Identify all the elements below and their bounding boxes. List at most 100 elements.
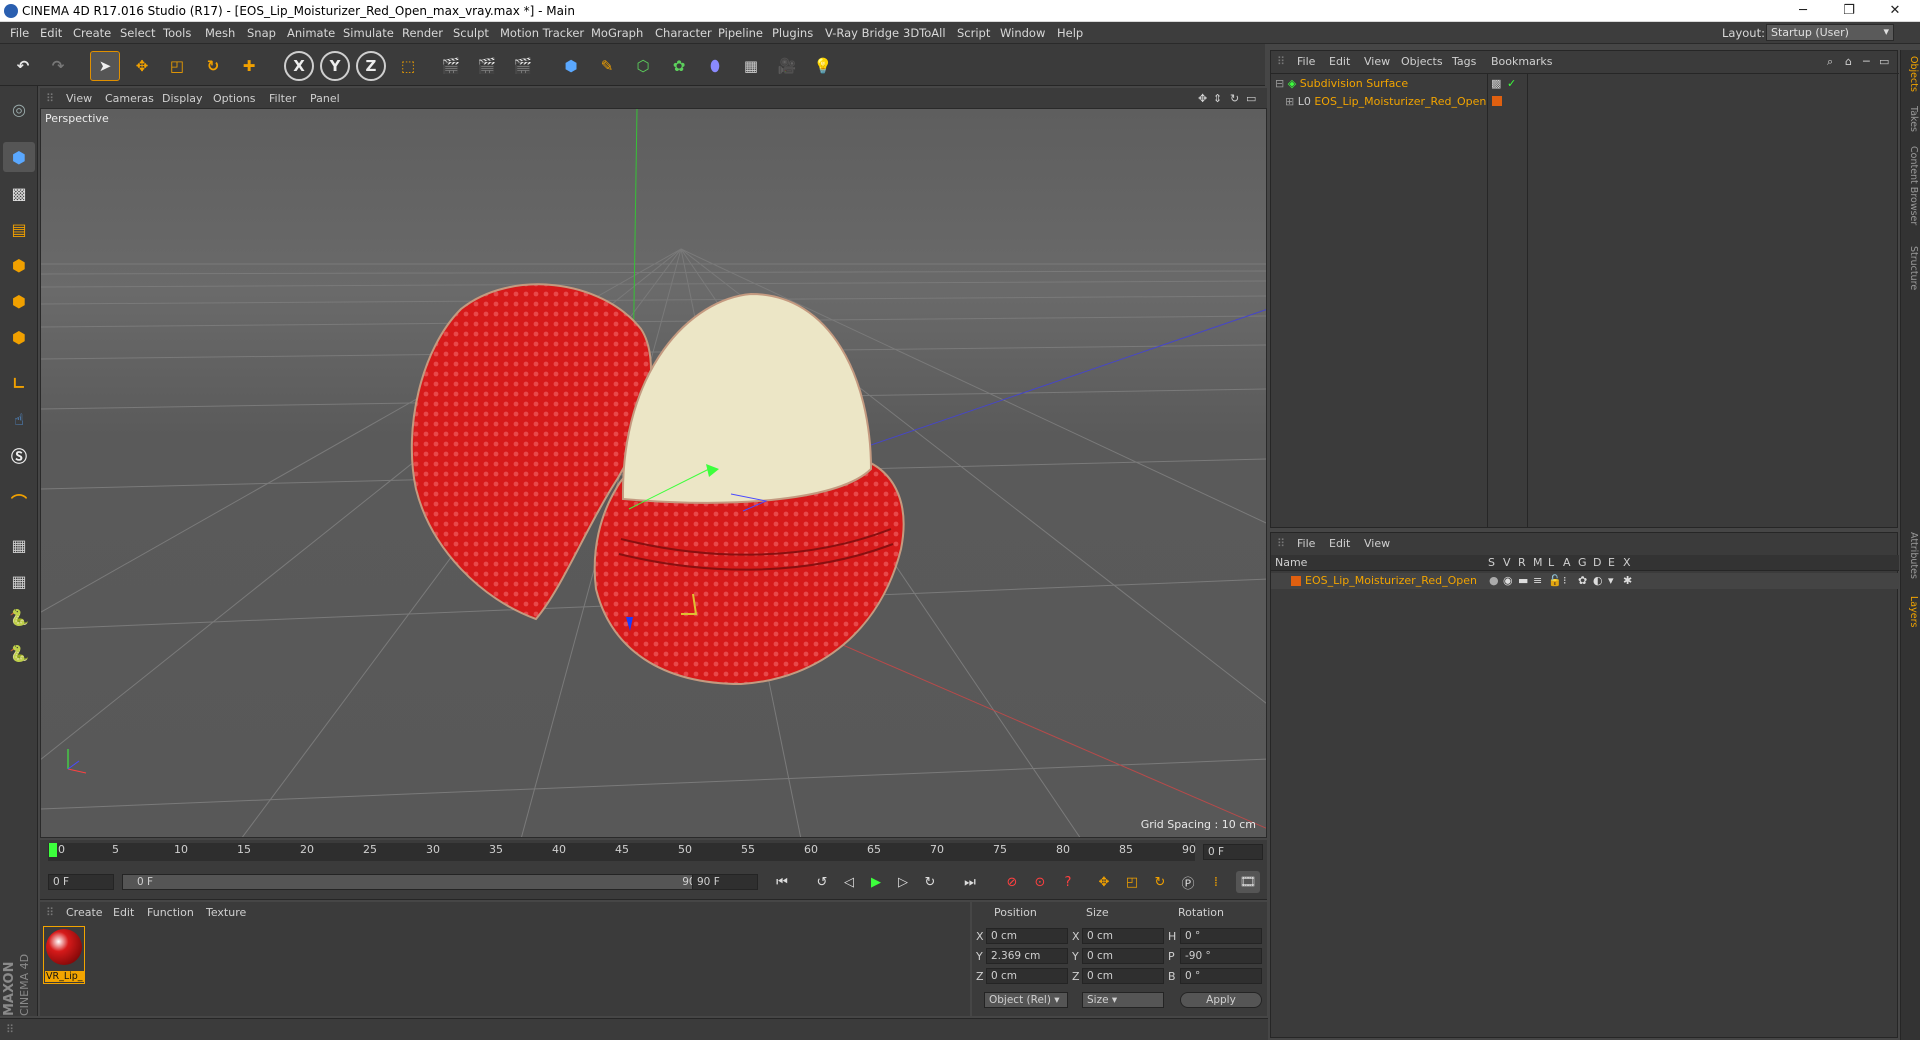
eye-icon[interactable]: ◉	[1503, 574, 1513, 587]
size-z-field[interactable]: 0 cm	[1082, 968, 1164, 984]
make-editable-button[interactable]: ◎	[3, 94, 35, 124]
object-row-subdivision-surface[interactable]: ⊟ ◈ Subdivision Surface	[1275, 77, 1485, 93]
tab-attributes[interactable]: Attributes	[1903, 532, 1919, 579]
key-pla-button[interactable]: ⁞	[1204, 871, 1228, 893]
layer-row[interactable]: EOS_Lip_Moisturizer_Red_Open ● ◉ ▬ ≡ 🔓 ⁝…	[1271, 573, 1899, 589]
rotation-h-field[interactable]: 0 °	[1180, 928, 1262, 944]
floor-button[interactable]: ▦	[736, 51, 766, 81]
size-y-field[interactable]: 0 cm	[1082, 948, 1164, 964]
vp-menu-view[interactable]: View	[66, 92, 92, 105]
move-button[interactable]: ✥	[127, 51, 157, 81]
menu-create[interactable]: Create	[73, 26, 111, 40]
go-to-end-button[interactable]: ⏭	[958, 871, 982, 893]
layer-menu-file[interactable]: File	[1297, 537, 1315, 550]
col-solo[interactable]: S	[1488, 556, 1495, 569]
tab-structure[interactable]: Structure	[1903, 246, 1919, 290]
deformer-button[interactable]: ⬮	[700, 51, 730, 81]
xref-icon[interactable]: ✱	[1623, 574, 1632, 587]
tweak-mode-button[interactable]: ☝	[3, 404, 35, 434]
render-icon[interactable]: ▬	[1518, 574, 1528, 587]
col-manager[interactable]: M	[1533, 556, 1543, 569]
texture-mode-button[interactable]: ▩	[3, 178, 35, 208]
menu-sculpt[interactable]: Sculpt	[453, 26, 489, 40]
key-rotation-button[interactable]: ↻	[1148, 871, 1172, 893]
vp-menu-options[interactable]: Options	[213, 92, 255, 105]
light-button[interactable]: 💡	[808, 51, 838, 81]
vp-menu-display[interactable]: Display	[162, 92, 203, 105]
mat-menu-texture[interactable]: Texture	[206, 906, 246, 919]
menu-file[interactable]: File	[10, 26, 29, 40]
rotation-p-field[interactable]: -90 °	[1180, 948, 1262, 964]
render-picture-viewer-button[interactable]: 🎬	[472, 51, 502, 81]
vp-menu-filter[interactable]: Filter	[269, 92, 296, 105]
vp-menu-panel[interactable]: Panel	[310, 92, 340, 105]
lock-icon[interactable]: 🔓	[1548, 574, 1562, 587]
points-mode-button[interactable]: ⬢	[3, 250, 35, 280]
tab-layers[interactable]: Layers	[1903, 596, 1919, 627]
col-generators[interactable]: G	[1578, 556, 1587, 569]
maximize-button[interactable]: ❐	[1826, 0, 1872, 22]
cube-primitive-button[interactable]: ⬢	[556, 51, 586, 81]
layer-menu-view[interactable]: View	[1364, 537, 1390, 550]
menu-vray-bridge[interactable]: V-Ray Bridge	[825, 26, 899, 40]
size-x-field[interactable]: 0 cm	[1082, 928, 1164, 944]
end-frame-field[interactable]: 90 F	[692, 874, 758, 890]
close-button[interactable]: ✕	[1872, 0, 1918, 22]
undo-button[interactable]: ↶	[8, 51, 38, 81]
previous-frame-button[interactable]: ◁	[837, 871, 861, 893]
python-script-2-button[interactable]: 🐍	[3, 638, 35, 668]
start-frame-field[interactable]: 0 F	[48, 874, 114, 890]
minimize-button[interactable]: ─	[1780, 0, 1826, 22]
minimize-panel-icon[interactable]: ─	[1863, 55, 1870, 68]
workplane-mode-button[interactable]: ▤	[3, 214, 35, 244]
x-axis-lock-button[interactable]: X	[284, 51, 314, 81]
next-frame-button[interactable]: ▷	[891, 871, 915, 893]
play-button[interactable]: ▶	[864, 871, 888, 893]
tab-content-browser[interactable]: Content Browser	[1903, 146, 1919, 225]
enabled-check-icon[interactable]: ✓	[1507, 77, 1516, 90]
z-axis-lock-button[interactable]: Z	[356, 51, 386, 81]
col-render[interactable]: R	[1518, 556, 1526, 569]
workplane-lock-button[interactable]: ▦	[3, 530, 35, 560]
menu-mograph[interactable]: MoGraph	[591, 26, 643, 40]
obj-menu-edit[interactable]: Edit	[1329, 55, 1350, 68]
menu-mesh[interactable]: Mesh	[205, 26, 235, 40]
mat-menu-create[interactable]: Create	[66, 906, 103, 919]
rotation-b-field[interactable]: 0 °	[1180, 968, 1262, 984]
menu-tools[interactable]: Tools	[163, 26, 191, 40]
layout-dropdown[interactable]: Startup (User) ▾	[1766, 24, 1894, 41]
menu-render[interactable]: Render	[402, 26, 443, 40]
obj-menu-file[interactable]: File	[1297, 55, 1315, 68]
menu-motion-tracker[interactable]: Motion Tracker	[500, 26, 584, 40]
key-parameter-button[interactable]: Ⓟ	[1176, 871, 1200, 893]
col-expressions[interactable]: E	[1608, 556, 1615, 569]
toggle-view-icon[interactable]: ▭	[1246, 92, 1256, 105]
col-deformers[interactable]: D	[1593, 556, 1601, 569]
menu-3dtoall[interactable]: 3DToAll	[903, 26, 946, 40]
search-icon[interactable]: ⌕	[1827, 55, 1833, 69]
coordinate-system-button[interactable]: ⬚	[393, 51, 423, 81]
home-icon[interactable]: ⌂	[1845, 55, 1852, 68]
expression-icon[interactable]: ▾	[1608, 574, 1614, 587]
keyframe-selection-button[interactable]: ?	[1056, 871, 1080, 893]
tab-takes[interactable]: Takes	[1903, 106, 1919, 132]
obj-menu-view[interactable]: View	[1364, 55, 1390, 68]
subdivision-surface-button[interactable]: ⬡	[628, 51, 658, 81]
menu-animate[interactable]: Animate	[287, 26, 335, 40]
pen-spline-button[interactable]: ✎	[592, 51, 622, 81]
pan-view-icon[interactable]: ✥	[1198, 92, 1207, 105]
menu-window[interactable]: Window	[1000, 26, 1045, 40]
obj-menu-bookmarks[interactable]: Bookmarks	[1491, 55, 1552, 68]
workplane-rotate-button[interactable]: ▦	[3, 566, 35, 596]
perspective-viewport[interactable]: Perspective Grid Spacing : 10 cm	[40, 108, 1267, 838]
solo-icon[interactable]: ●	[1489, 574, 1499, 587]
model-mode-button[interactable]: ⬢	[3, 142, 35, 172]
render-view-button[interactable]: 🎬	[436, 51, 466, 81]
cloner-button[interactable]: ✿	[664, 51, 694, 81]
go-to-start-button[interactable]: ⏮	[770, 871, 794, 893]
animation-icon[interactable]: ⁝	[1563, 574, 1567, 587]
object-row-eos-lip[interactable]: ⊞ L0 EOS_Lip_Moisturizer_Red_Open	[1285, 95, 1495, 111]
previous-key-button[interactable]: ↺	[810, 871, 834, 893]
coord-mode-dropdown[interactable]: Object (Rel) ▾	[984, 992, 1068, 1008]
position-z-field[interactable]: 0 cm	[986, 968, 1068, 984]
